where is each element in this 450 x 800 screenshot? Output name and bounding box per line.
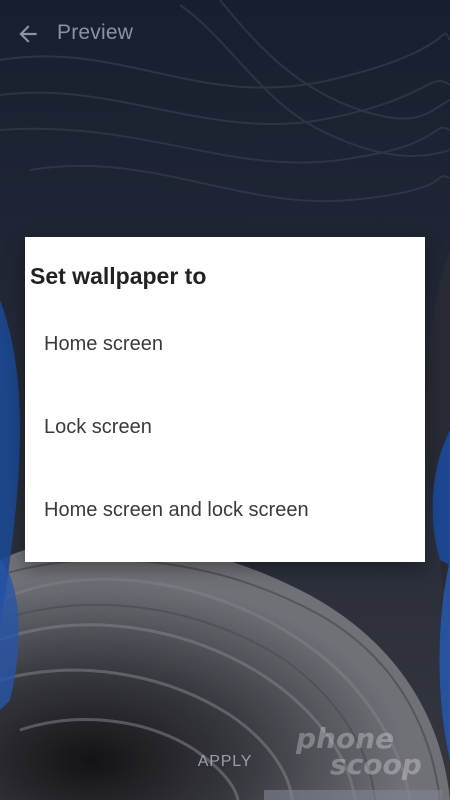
option-lock-screen[interactable]: Lock screen [25,396,425,460]
option-home-screen[interactable]: Home screen [25,313,425,377]
wallpaper-preview-screen: Preview Set wallpaper to Home screen Loc… [0,0,450,800]
app-bar: Preview [0,0,450,70]
back-button[interactable] [12,18,44,50]
apply-button[interactable]: APPLY [165,742,285,782]
arrow-left-icon [19,25,37,43]
bottom-caption-strip [264,790,442,800]
option-label: Home screen [44,333,163,355]
option-label: Home screen and lock screen [44,499,309,521]
option-home-and-lock-screen[interactable]: Home screen and lock screen [25,479,425,543]
watermark-line-2: scoop [330,748,422,781]
watermark-logo: phone scoop [296,722,442,784]
page-title: Preview [57,21,134,44]
option-label: Lock screen [44,416,152,438]
dialog-title: Set wallpaper to [30,263,207,289]
